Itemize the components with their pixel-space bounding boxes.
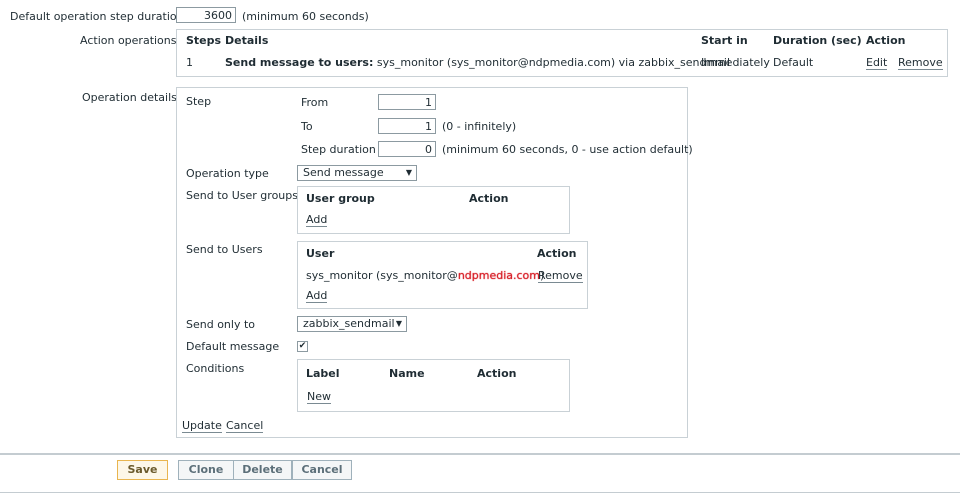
remove-user-link[interactable]: Remove xyxy=(538,269,583,283)
footer-bottom-line xyxy=(0,492,960,493)
default-message-checkbox[interactable]: ✔ xyxy=(297,341,308,352)
to-hint: (0 - infinitely) xyxy=(442,120,517,133)
row-details: Send message to users: sys_monitor (sys_… xyxy=(225,56,730,69)
user-entry-prefix: sys_monitor (sys_monitor@ xyxy=(306,269,458,282)
new-condition-link[interactable]: New xyxy=(307,390,331,404)
col-condition-label: Label xyxy=(306,367,340,380)
operation-type-select[interactable]: Send message ▼ xyxy=(297,165,417,181)
delete-button[interactable]: Delete xyxy=(233,460,292,480)
remove-link[interactable]: Remove xyxy=(898,56,943,70)
action-operations-label: Action operations xyxy=(80,34,177,47)
action-operations-table: Steps Details Start in Duration (sec) Ac… xyxy=(176,29,948,77)
step-duration-input[interactable] xyxy=(176,7,236,23)
from-label: From xyxy=(301,96,329,109)
from-input[interactable] xyxy=(378,94,436,110)
update-link[interactable]: Update xyxy=(182,419,222,433)
step-label: Step xyxy=(186,95,212,108)
chevron-down-icon: ▼ xyxy=(395,319,402,328)
col-duration: Duration (sec) xyxy=(773,34,862,47)
send-only-label: Send only to xyxy=(186,318,256,331)
row-steps: 1 xyxy=(186,56,193,69)
add-user-group-link[interactable]: Add xyxy=(306,213,328,227)
col-condition-action: Action xyxy=(477,367,517,380)
row-duration: Default xyxy=(773,56,814,69)
step-duration-label: Default operation step duration xyxy=(10,10,184,23)
col-user: User xyxy=(306,247,335,260)
check-icon: ✔ xyxy=(298,341,307,351)
row-details-bold: Send message to users: xyxy=(225,56,374,69)
col-action: Action xyxy=(866,34,906,47)
operation-type-value: Send message xyxy=(303,166,384,179)
user-entry: sys_monitor (sys_monitor@ndpmedia.com) xyxy=(306,269,544,282)
send-only-select[interactable]: zabbix_sendmail ▼ xyxy=(297,316,407,332)
col-details: Details xyxy=(225,34,269,47)
step-duration-detail-hint: (minimum 60 seconds, 0 - use action defa… xyxy=(442,143,693,156)
cancel-button[interactable]: Cancel xyxy=(292,460,352,480)
user-entry-redacted: ndpmedia.com xyxy=(457,269,541,282)
add-user-link[interactable]: Add xyxy=(306,289,328,303)
col-condition-name: Name xyxy=(389,367,425,380)
default-message-label: Default message xyxy=(186,340,280,353)
user-groups-table: User group Action Add xyxy=(297,186,570,234)
row-start-in: Immediately xyxy=(701,56,770,69)
save-button[interactable]: Save xyxy=(117,460,168,480)
to-input[interactable] xyxy=(378,118,436,134)
send-only-value: zabbix_sendmail xyxy=(303,317,395,330)
operation-details-label: Operation details xyxy=(82,91,177,104)
row-details-rest: sys_monitor (sys_monitor@ndpmedia.com) v… xyxy=(376,56,731,69)
edit-link[interactable]: Edit xyxy=(866,56,888,70)
footer-divider xyxy=(0,453,960,455)
conditions-label: Conditions xyxy=(186,362,245,375)
col-steps: Steps xyxy=(186,34,222,47)
conditions-table: Label Name Action New xyxy=(297,359,570,412)
col-user-action: Action xyxy=(537,247,577,260)
step-duration-hint: (minimum 60 seconds) xyxy=(242,10,369,23)
col-start-in: Start in xyxy=(701,34,748,47)
cancel-operation-link[interactable]: Cancel xyxy=(226,419,264,433)
col-user-group-action: Action xyxy=(469,192,509,205)
chevron-down-icon: ▼ xyxy=(405,168,412,177)
col-user-group: User group xyxy=(306,192,375,205)
users-table: User Action sys_monitor (sys_monitor@ndp… xyxy=(297,241,588,309)
step-duration-detail-label: Step duration xyxy=(301,143,376,156)
users-label: Send to Users xyxy=(186,243,263,256)
operation-type-label: Operation type xyxy=(186,167,269,180)
to-label: To xyxy=(301,120,313,133)
user-groups-label: Send to User groups xyxy=(186,189,298,202)
step-duration-detail-input[interactable] xyxy=(378,141,436,157)
operation-details-panel: Step From To (0 - infinitely) Step durat… xyxy=(176,87,693,438)
clone-button[interactable]: Clone xyxy=(178,460,234,480)
